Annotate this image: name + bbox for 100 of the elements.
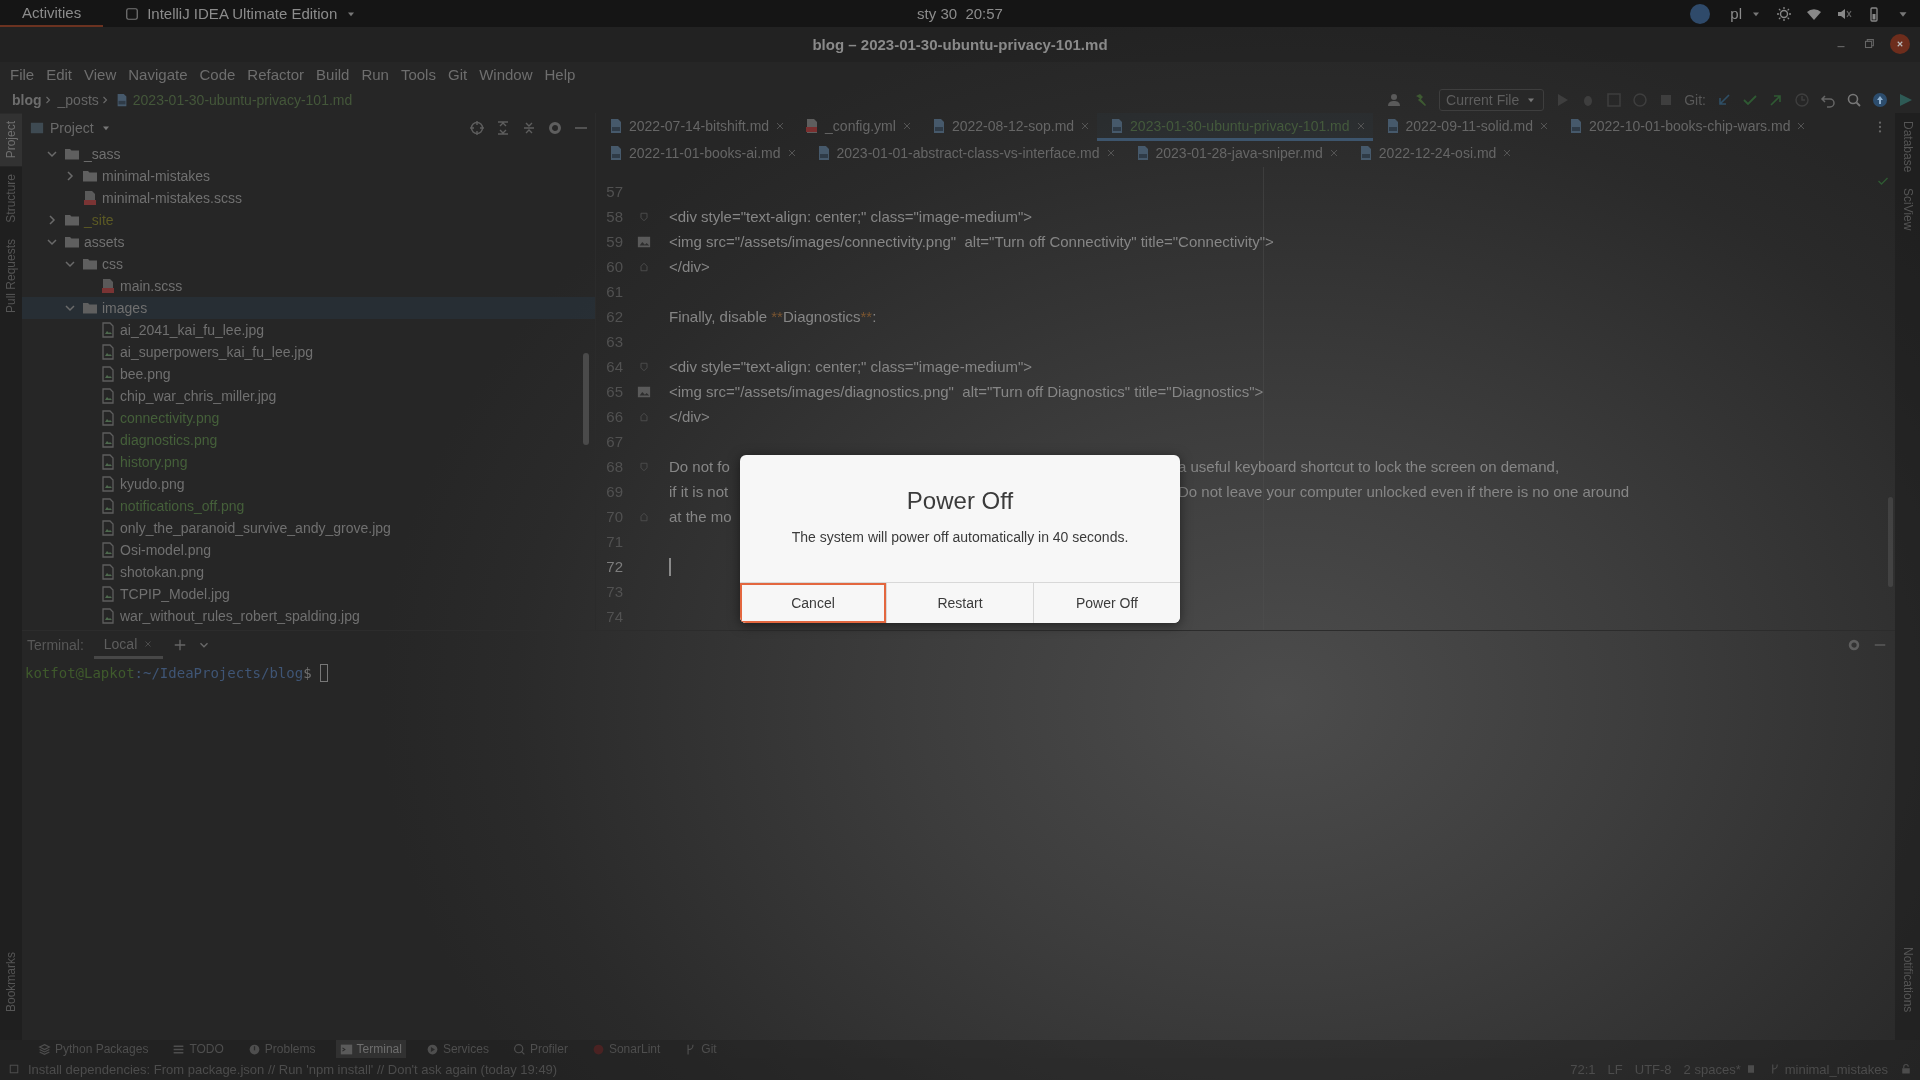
code-line: Finally, disable **Diagnostics**: [669,308,877,325]
menu-item[interactable]: Refactor [241,65,311,83]
tree-item-label: diagnostics.png [120,432,218,448]
tree-item[interactable]: Osi-model.png [22,539,595,561]
editor-tab[interactable]: 2022-11-01-books-ai.md [596,141,804,167]
editor-tab[interactable]: _config.yml [792,113,919,141]
folder-icon [64,234,80,250]
activities-button[interactable]: Activities [0,0,104,27]
close-button[interactable] [1890,34,1910,54]
tree-item-label: shotokan.png [120,564,205,580]
editor-tab[interactable]: 2023-01-28-java-sniper.md [1122,141,1346,167]
app-menu[interactable]: IntelliJ IDEA Ultimate Edition [125,5,358,22]
panel-title[interactable]: Project [50,120,94,136]
image-preview-icon[interactable] [637,234,651,249]
breadcrumb-item[interactable]: _posts [57,91,99,108]
tree-item[interactable]: TCPIP_Model.jpg [22,583,595,605]
tree-item[interactable]: kyudo.png [22,473,595,495]
tree-item[interactable]: chip_war_chris_miller.jpg [22,385,595,407]
tree-item[interactable]: ai_2041_kai_fu_lee.jpg [22,319,595,341]
dialog-button[interactable]: Power Off [1033,583,1180,623]
tree-item[interactable]: shotokan.png [22,561,595,583]
printer-status-icon[interactable] [1690,3,1711,24]
tree-item-label: war_without_rules_robert_spalding.jpg [120,608,360,624]
menu-item[interactable]: Help [538,65,582,83]
tree-item[interactable]: bee.png [22,363,595,385]
editor-tab[interactable]: 2022-12-24-osi.md [1345,141,1520,167]
editor-tab[interactable]: 2022-08-12-sop.md [918,113,1098,141]
tree-item[interactable]: minimal-mistakes.scss [22,187,595,209]
tree-item-label: minimal-mistakes.scss [102,190,242,206]
menu-item[interactable]: Tools [394,65,442,83]
tool-window-button[interactable]: Project [0,113,22,167]
tree-item[interactable]: connectivity.png [22,407,595,429]
dialog-button[interactable]: Restart [886,583,1033,623]
tree-item-label: notifications_off.png [120,498,245,514]
dialog-button[interactable]: Cancel [740,583,886,623]
editor-tab[interactable]: 2023-01-01-abstract-class-vs-interface.md [803,141,1123,167]
line-number: 72 [605,558,623,575]
tree-item[interactable]: images [22,297,595,319]
code-line: </div> [669,258,710,275]
update-icon[interactable] [1872,91,1888,108]
checkmark-icon[interactable] [1877,175,1889,187]
tree-item-label: _sass [84,146,121,162]
history-icon[interactable] [1794,91,1810,108]
settings-icon[interactable] [1847,638,1861,652]
plugin-logo-icon[interactable] [1898,91,1914,108]
breadcrumb-item[interactable]: blog [12,91,42,108]
tree-item[interactable]: ai_superpowers_kai_fu_lee.jpg [22,341,595,363]
add-icon[interactable] [173,638,188,652]
tree-item[interactable]: assets [22,231,595,253]
menu-item[interactable]: Edit [40,65,79,83]
fold-icon[interactable] [638,460,650,473]
sass-file-icon [100,278,116,294]
menu-item[interactable]: View [78,65,123,83]
tree-item[interactable]: css [22,253,595,275]
tree-item[interactable]: history.png [22,451,595,473]
lock-icon[interactable] [1900,1063,1912,1075]
image-file-icon [100,432,116,448]
search-icon[interactable] [1846,91,1862,108]
tool-window-button[interactable]: Terminal [335,1040,406,1058]
menu-item[interactable]: Build [310,65,356,83]
menu-item[interactable]: Run [355,65,395,83]
markdown-file-icon [608,144,624,161]
collapse-all-icon[interactable] [521,120,537,136]
tree-item[interactable]: minimal-mistakes [22,165,595,187]
code-line: <div style="text-align: center;" class="image-medium"> [669,208,1033,225]
tree-item[interactable]: war_without_rules_robert_spalding.jpg [22,605,595,627]
fold-icon[interactable] [638,260,650,273]
image-preview-icon[interactable] [637,384,651,399]
editor-tab[interactable]: 2022-09-11-solid.md [1372,113,1556,141]
brightness-icon[interactable] [1776,5,1792,22]
arrow-down-left-icon[interactable] [1716,91,1732,108]
tree-item[interactable]: _sass [22,143,595,165]
fold-icon[interactable] [638,410,650,423]
image-file-icon [100,520,116,536]
scrollbar-thumb[interactable] [583,353,589,445]
image-file-icon [100,454,116,470]
terminal-tab[interactable]: Local [93,631,164,659]
close-icon[interactable] [143,638,154,649]
menu-item[interactable]: Git [441,65,474,83]
settings-icon[interactable] [547,120,563,136]
fold-icon[interactable] [638,360,650,373]
play-circle-icon [425,1042,439,1056]
fold-icon[interactable] [638,210,650,223]
tree-item[interactable]: main.scss [22,275,595,297]
menu-item[interactable]: Window [473,65,539,83]
clock[interactable]: sty 30 20:57 [917,5,1003,22]
fold-icon[interactable] [638,510,650,523]
input-source-menu[interactable]: pl [1730,5,1762,22]
dialog-message: The system will power off automatically in 40 seconds. [790,529,1130,545]
tree-item[interactable]: only_the_paranoid_survive_andy_grove.jpg [22,517,595,539]
tree-item[interactable]: diagnostics.png [22,429,595,451]
editor-tab[interactable]: 2022-10-01-books-chip-wars.md [1555,113,1814,141]
restore-icon[interactable] [1862,37,1876,51]
expand-all-icon[interactable] [495,120,511,136]
menu-item[interactable]: Navigate [122,65,194,83]
menu-item[interactable]: File [4,65,41,83]
editor-tab[interactable]: 2022-07-14-bitshift.md [596,113,793,141]
tree-item[interactable]: notifications_off.png [22,495,595,517]
menu-item[interactable]: Code [193,65,242,83]
crosshair-icon[interactable] [469,120,485,136]
